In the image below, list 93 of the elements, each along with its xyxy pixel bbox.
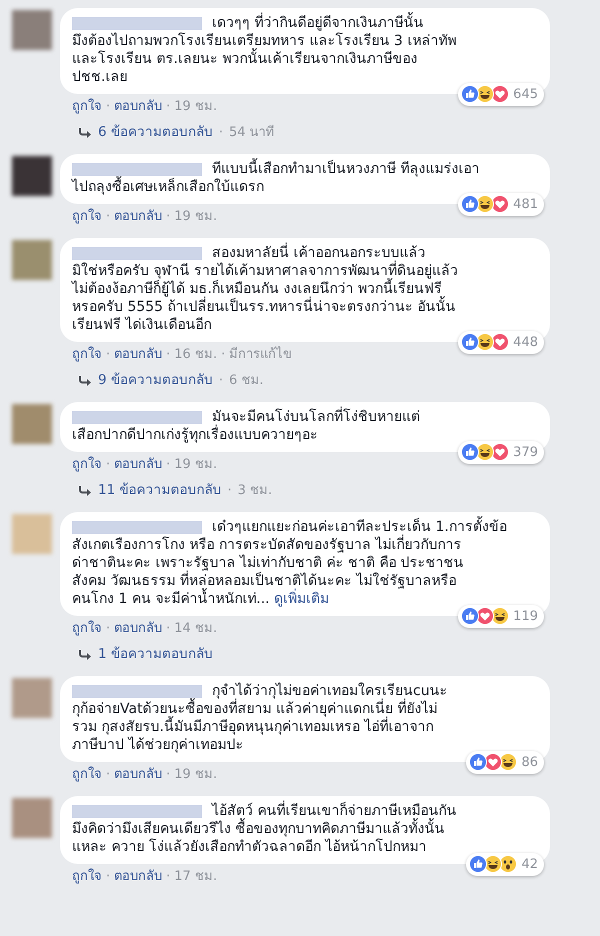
- reaction-count: 119: [513, 608, 538, 626]
- view-replies-link[interactable]: 9 ข้อความตอบกลับ: [98, 372, 213, 389]
- like-link[interactable]: ถูกใจ: [72, 208, 102, 225]
- reaction-count: 481: [513, 196, 538, 214]
- reply-link[interactable]: ตอบกลับ: [114, 98, 162, 115]
- reply-link[interactable]: ตอบกลับ: [114, 620, 162, 637]
- reply-link[interactable]: ตอบกลับ: [114, 208, 162, 225]
- laughing-face-icon: [476, 195, 494, 214]
- separator-dot: ·: [106, 456, 110, 473]
- like-reaction-icon: [461, 85, 480, 104]
- timestamp: 17 ชม.: [174, 868, 218, 885]
- reaction-count: 448: [513, 334, 538, 352]
- reply-arrow-icon: [78, 126, 92, 138]
- timestamp: 19 ชม.: [174, 456, 218, 473]
- laughing-face-icon: [484, 855, 502, 874]
- laughing-face-icon: [476, 443, 494, 462]
- reaction-summary[interactable]: 42: [466, 852, 544, 876]
- timestamp: 19 ชม.: [174, 98, 218, 115]
- separator-dot: ·: [166, 766, 170, 783]
- heart-reaction-icon: [491, 85, 510, 104]
- like-reaction-icon: [461, 443, 480, 462]
- like-link[interactable]: ถูกใจ: [72, 346, 102, 363]
- reply-arrow-icon: [78, 374, 92, 386]
- like-reaction-icon: [461, 195, 480, 214]
- reaction-summary[interactable]: 119: [458, 604, 544, 628]
- avatar[interactable]: [12, 240, 52, 280]
- separator-dot: ·: [106, 208, 110, 225]
- reply-time: 54 นาที: [229, 124, 275, 141]
- separator-dot: ·: [166, 98, 170, 115]
- like-reaction-icon: [461, 607, 480, 626]
- reaction-summary[interactable]: 86: [466, 750, 544, 774]
- separator-dot: ·: [227, 482, 232, 499]
- like-link[interactable]: ถูกใจ: [72, 620, 102, 637]
- reaction-summary[interactable]: 448: [458, 330, 544, 354]
- view-replies-link[interactable]: 1 ข้อความตอบกลับ: [98, 646, 213, 663]
- reaction-summary[interactable]: 645: [458, 82, 544, 106]
- heart-reaction-icon: [491, 443, 510, 462]
- separator-dot: ·: [166, 208, 170, 225]
- reply-time: 6 ชม.: [229, 372, 264, 389]
- reply-time: 3 ชม.: [238, 482, 272, 499]
- edited-label: มีการแก้ไข: [229, 346, 292, 363]
- avatar[interactable]: [12, 404, 52, 444]
- avatar[interactable]: [12, 156, 52, 196]
- laughing-face-icon: [476, 333, 494, 352]
- avatar[interactable]: [12, 798, 52, 838]
- like-link[interactable]: ถูกใจ: [72, 98, 102, 115]
- laughing-face-icon: [499, 753, 518, 772]
- separator-dot: ·: [106, 868, 110, 885]
- separator-dot: ·: [166, 620, 170, 637]
- like-reaction-icon: [469, 753, 488, 772]
- separator-dot: ·: [166, 346, 170, 363]
- separator-dot: ·: [218, 124, 224, 141]
- separator-dot: ·: [218, 372, 224, 389]
- view-replies-link[interactable]: 6 ข้อความตอบกลับ: [98, 124, 213, 141]
- like-link[interactable]: ถูกใจ: [72, 868, 102, 885]
- reply-link[interactable]: ตอบกลับ: [114, 346, 162, 363]
- separator-dot: ·: [106, 766, 110, 783]
- timestamp: 19 ชม.: [174, 208, 218, 225]
- separator-dot: ·: [166, 456, 170, 473]
- like-reaction-icon: [461, 333, 480, 352]
- heart-reaction-icon: [484, 753, 502, 772]
- like-reaction-icon: [469, 855, 488, 874]
- reaction-count: 86: [521, 754, 538, 772]
- like-link[interactable]: ถูกใจ: [72, 766, 102, 783]
- timestamp: 14 ชม.: [174, 620, 218, 637]
- avatar[interactable]: [12, 678, 52, 718]
- separator-dot: ·: [166, 868, 170, 885]
- reply-link[interactable]: ตอบกลับ: [114, 456, 162, 473]
- see-more-link[interactable]: ดูเพิ่มเติม: [274, 591, 330, 607]
- separator-dot: ·: [221, 346, 226, 363]
- separator-dot: ·: [106, 620, 110, 637]
- laughing-face-icon: [491, 607, 510, 626]
- reaction-count: 42: [521, 856, 538, 874]
- timestamp: 16 ชม.: [174, 346, 218, 363]
- reaction-count: 379: [513, 444, 538, 462]
- heart-reaction-icon: [491, 333, 510, 352]
- reply-link[interactable]: ตอบกลับ: [114, 766, 162, 783]
- reply-arrow-icon: [78, 484, 92, 496]
- avatar[interactable]: [12, 10, 52, 50]
- timestamp: 19 ชม.: [174, 766, 218, 783]
- reaction-summary[interactable]: 379: [458, 440, 544, 464]
- reaction-summary[interactable]: 481: [458, 192, 544, 216]
- reaction-count: 645: [513, 86, 538, 104]
- laughing-face-icon: [476, 85, 494, 104]
- like-link[interactable]: ถูกใจ: [72, 456, 102, 473]
- heart-reaction-icon: [491, 195, 510, 214]
- separator-dot: ·: [106, 98, 110, 115]
- heart-reaction-icon: [476, 607, 494, 626]
- reply-link[interactable]: ตอบกลับ: [114, 868, 162, 885]
- surprised-face-icon: [499, 855, 518, 874]
- separator-dot: ·: [106, 346, 110, 363]
- view-replies-link[interactable]: 11 ข้อความตอบกลับ: [98, 482, 222, 499]
- reply-arrow-icon: [78, 648, 92, 660]
